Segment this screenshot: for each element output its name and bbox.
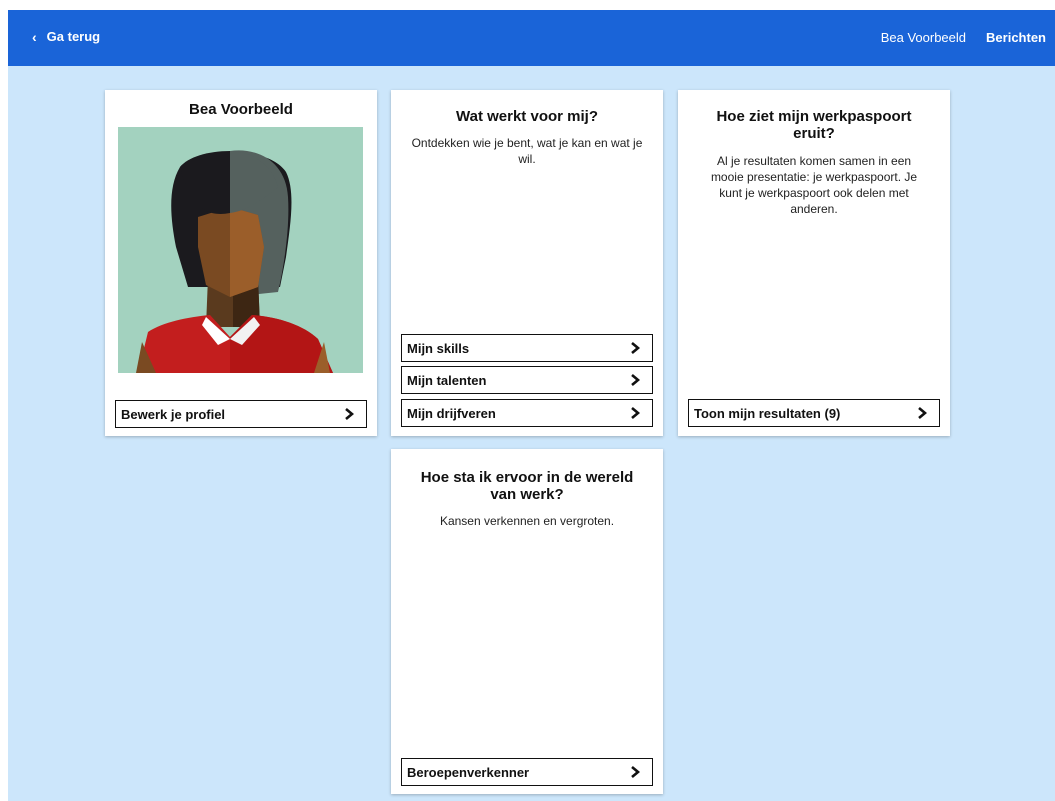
wereld-van-werk-description: Kansen verkennen en vergroten. [439, 514, 615, 528]
talenten-link[interactable]: Mijn talenten [401, 366, 653, 394]
chevron-right-icon [628, 373, 642, 387]
skills-link[interactable]: Mijn skills [401, 334, 653, 362]
skills-label: Mijn skills [407, 340, 470, 356]
app-frame: ‹ Ga terug Bea Voorbeeld Berichten Bea V… [8, 10, 1055, 801]
wereld-van-werk-card: Hoe sta ik ervoor in de wereld van werk?… [391, 449, 663, 794]
beroepenverkenner-label: Beroepenverkenner [407, 764, 530, 780]
werkpaspoort-description: Al je resultaten komen samen in een mooi… [710, 154, 918, 216]
wat-werkt-title: Wat werkt voor mij? [456, 108, 598, 125]
back-label: Ga terug [46, 29, 101, 44]
werkpaspoort-card: Hoe ziet mijn werkpaspoort eruit? Al je … [678, 90, 950, 436]
messages-link[interactable]: Berichten [986, 30, 1046, 45]
wat-werkt-description: Ontdekken wie je bent, wat je kan en wat… [411, 136, 643, 166]
chevron-right-icon [915, 406, 929, 420]
edit-profile-button[interactable]: Bewerk je profiel [115, 400, 367, 428]
drijfveren-label: Mijn drijfveren [407, 405, 496, 421]
edit-profile-label: Bewerk je profiel [121, 406, 226, 422]
avatar [118, 127, 363, 373]
wereld-van-werk-title: Hoe sta ik ervoor in de wereld van werk? [420, 469, 634, 503]
talenten-label: Mijn talenten [407, 372, 487, 388]
user-name[interactable]: Bea Voorbeeld [881, 30, 966, 45]
profile-card: Bea Voorbeeld Bewerk je profiel [105, 90, 377, 436]
werkpaspoort-title: Hoe ziet mijn werkpaspoort eruit? [716, 108, 912, 142]
chevron-left-icon: ‹ [32, 28, 37, 45]
drijfveren-link[interactable]: Mijn drijfveren [401, 399, 653, 427]
chevron-right-icon [628, 341, 642, 355]
show-results-button[interactable]: Toon mijn resultaten (9) [688, 399, 940, 427]
chevron-right-icon [628, 406, 642, 420]
wat-werkt-card: Wat werkt voor mij? Ontdekken wie je ben… [391, 90, 663, 436]
top-navigation-bar: ‹ Ga terug Bea Voorbeeld Berichten [8, 10, 1055, 66]
show-results-label: Toon mijn resultaten (9) [694, 405, 841, 421]
avatar-illustration [118, 127, 363, 373]
chevron-right-icon [342, 407, 356, 421]
profile-name: Bea Voorbeeld [189, 101, 293, 118]
back-button[interactable]: ‹ Ga terug [32, 29, 100, 44]
chevron-right-icon [628, 765, 642, 779]
beroepenverkenner-button[interactable]: Beroepenverkenner [401, 758, 653, 786]
